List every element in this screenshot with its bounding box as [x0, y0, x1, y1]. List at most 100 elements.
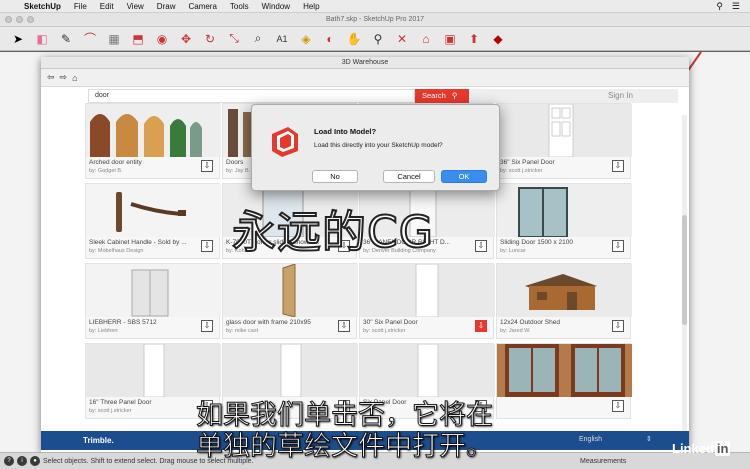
- result-tile[interactable]: Arched door entity by: Gadget B. ⇩: [85, 103, 221, 179]
- shape-icon[interactable]: ▦: [102, 29, 126, 49]
- result-tile[interactable]: 12x24 Outdoor Shed by: Jared W. ⇩: [496, 263, 632, 339]
- extension-icon[interactable]: ▣: [438, 29, 462, 49]
- tile-thumbnail: [86, 104, 221, 157]
- search-icon: ⚲: [451, 91, 458, 100]
- language-select[interactable]: English ⇕: [579, 435, 652, 443]
- result-tile[interactable]: LIEBHERR - SBS 5712 by: Liebherr ⇩: [85, 263, 221, 339]
- eraser-icon[interactable]: ◧: [30, 29, 54, 49]
- tile-author: by: Jared W.: [500, 328, 531, 334]
- move-icon[interactable]: ✥: [174, 29, 198, 49]
- pan-icon[interactable]: ✋: [342, 29, 366, 49]
- result-tile[interactable]: 36" Six Panel Door by: scott j.stricker …: [496, 103, 632, 179]
- sketchup-logo-icon: [272, 127, 298, 157]
- home-icon[interactable]: ⌂: [72, 73, 77, 83]
- download-icon[interactable]: ⇩: [612, 160, 624, 172]
- tile-thumbnail: [360, 344, 495, 397]
- notification-center-icon[interactable]: ☰: [732, 1, 740, 12]
- download-icon[interactable]: ⇩: [475, 320, 487, 332]
- rotate-icon[interactable]: ↻: [198, 29, 222, 49]
- result-tile[interactable]: 30" Six Panel Door by: scott j.stricker …: [359, 263, 495, 339]
- text-icon[interactable]: A1: [270, 29, 294, 49]
- share-icon[interactable]: ⬆: [462, 29, 486, 49]
- forward-icon[interactable]: ⇨: [60, 72, 68, 83]
- tile-name: 30" Six Panel Door: [363, 319, 418, 326]
- menu-edit[interactable]: Edit: [100, 2, 114, 11]
- offset-icon[interactable]: ◉: [150, 29, 174, 49]
- menu-file[interactable]: File: [74, 2, 87, 11]
- tile-thumbnail: [360, 264, 495, 317]
- linkedin-box: in: [714, 441, 731, 456]
- menu-view[interactable]: View: [127, 2, 144, 11]
- ruby-icon[interactable]: ◆: [486, 29, 510, 49]
- menu-draw[interactable]: Draw: [157, 2, 176, 11]
- tile-name: Sliding Door 1500 x 2100: [500, 239, 573, 246]
- tile-thumbnail: [223, 344, 358, 397]
- tile-thumbnail: [497, 344, 632, 397]
- tape-icon[interactable]: ⌕: [246, 29, 270, 49]
- scrollbar-thumb[interactable]: [682, 215, 687, 325]
- tile-thumbnail: [86, 184, 221, 237]
- zoom-icon[interactable]: ⚲: [366, 29, 390, 49]
- search-input[interactable]: door: [88, 89, 415, 103]
- tile-name: glass door with frame 210x95: [226, 319, 311, 326]
- load-into-model-dialog: Load Into Model? Load this directly into…: [251, 104, 500, 191]
- orbit-icon[interactable]: ◐: [318, 29, 342, 49]
- chevron-down-icon: ⇕: [645, 436, 652, 443]
- window-title: Bath7.skp - SketchUp Pro 2017: [325, 16, 425, 23]
- paint-icon[interactable]: ◈: [294, 29, 318, 49]
- sign-in-link[interactable]: Sign In: [608, 89, 633, 103]
- subtitle-line-2: 单独的草绘文件中打开。: [196, 431, 494, 463]
- menu-bar: SketchUp File Edit View Draw Camera Tool…: [0, 0, 750, 13]
- download-icon[interactable]: ⇩: [612, 320, 624, 332]
- tile-name: 16" Three Panel Door: [89, 399, 152, 406]
- menu-help[interactable]: Help: [303, 2, 319, 11]
- no-button[interactable]: No: [312, 170, 358, 183]
- back-icon[interactable]: ⇦: [47, 72, 55, 83]
- menu-app[interactable]: SketchUp: [24, 2, 61, 11]
- tile-thumbnail: [223, 264, 358, 317]
- watermark-text: 永远的CG: [231, 206, 434, 259]
- scale-icon[interactable]: ⤡: [222, 29, 246, 49]
- search-button[interactable]: Search ⚲: [415, 89, 469, 103]
- download-icon[interactable]: ⇩: [201, 320, 213, 332]
- result-tile[interactable]: Sleek Cabinet Handle - Sold by ... by: M…: [85, 183, 221, 259]
- menu-camera[interactable]: Camera: [188, 2, 216, 11]
- select-icon[interactable]: ➤: [6, 29, 30, 49]
- download-icon[interactable]: ⇩: [612, 400, 624, 412]
- tile-author: by: Gadget B.: [89, 168, 123, 174]
- tile-name: 36" Six Panel Door: [500, 159, 555, 166]
- tile-author: by: scott j.stricker: [500, 168, 543, 174]
- warehouse-nav: ⇦ ⇨ ⌂: [41, 69, 689, 87]
- result-tile[interactable]: glass door with frame 210x95 by: mike ca…: [222, 263, 358, 339]
- linkedin-watermark: Linked in: [672, 441, 731, 456]
- download-icon[interactable]: ⇩: [338, 320, 350, 332]
- tile-name: 12x24 Outdoor Shed: [500, 319, 560, 326]
- tile-author: by: Liebherr: [89, 328, 119, 334]
- zoom-extents-icon[interactable]: ✕: [390, 29, 414, 49]
- download-icon[interactable]: ⇩: [201, 240, 213, 252]
- pencil-icon[interactable]: ✎: [54, 29, 78, 49]
- tile-author: by: mike cast: [226, 328, 259, 334]
- push-pull-icon[interactable]: ⬒: [126, 29, 150, 49]
- arc-icon[interactable]: ⌒: [78, 29, 102, 49]
- spotlight-icon[interactable]: ⚲: [716, 1, 723, 12]
- dialog-title: Load Into Model?: [314, 127, 377, 136]
- search-row: door Search ⚲ Sign In: [88, 89, 678, 103]
- help-icon[interactable]: ●: [30, 456, 40, 466]
- warehouse-title: 3D Warehouse: [41, 57, 689, 69]
- ok-button[interactable]: OK: [441, 170, 487, 183]
- download-icon[interactable]: ⇩: [612, 240, 624, 252]
- warehouse-icon[interactable]: ⌂: [414, 29, 438, 49]
- result-tile[interactable]: Sliding Door 1500 x 2100 by: Luncar ⇩: [496, 183, 632, 259]
- cancel-button[interactable]: Cancel: [383, 170, 435, 183]
- menu-tools[interactable]: Tools: [230, 2, 249, 11]
- main-toolbar: ➤ ◧ ✎ ⌒ ▦ ⬒ ◉ ✥ ↻ ⤡ ⌕ A1 ◈ ◐ ✋ ⚲ ✕ ⌂ ▣ ⬆…: [0, 27, 750, 51]
- user-icon[interactable]: i: [17, 456, 27, 466]
- menu-window[interactable]: Window: [262, 2, 290, 11]
- search-button-label: Search: [422, 91, 446, 100]
- download-icon[interactable]: ⇩: [475, 240, 487, 252]
- info-icon[interactable]: ?: [4, 456, 14, 466]
- download-icon[interactable]: ⇩: [201, 160, 213, 172]
- result-tile[interactable]: ⇩: [496, 343, 632, 419]
- results-scrollbar[interactable]: [682, 115, 687, 435]
